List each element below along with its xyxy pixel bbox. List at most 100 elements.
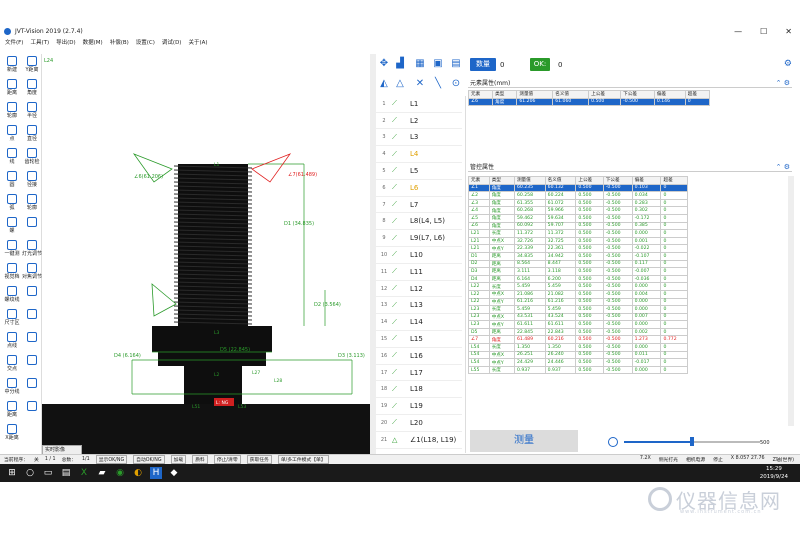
table-scrollbar[interactable]: [788, 176, 794, 426]
table-row[interactable]: L55 长度 0.937 0.937 0.500 -0.500 0.000 0: [468, 365, 688, 375]
table-row[interactable]: ∠2 角度 60.258 60.224 0.500 -0.500 0.034 0: [468, 191, 688, 200]
list-item[interactable]: 4 ⟋ L4: [376, 146, 462, 163]
status-button[interactable]: 停止/清零: [213, 455, 241, 464]
grid-icon[interactable]: ▦: [414, 58, 426, 70]
tool-profile[interactable]: 轮廓: [22, 194, 42, 214]
table-row[interactable]: L22 中点X 21.086 21.082 0.500 -0.500 0.004 0: [468, 289, 688, 299]
menu-item[interactable]: 文件(F): [5, 38, 23, 46]
tool-radius[interactable]: 半径: [22, 102, 42, 122]
tool-new[interactable]: 新建: [2, 56, 22, 76]
table-row[interactable]: L21 中点Y 22.339 22.361 0.500 -0.500 -0.022 0: [468, 244, 688, 253]
tool-x[interactable]: [22, 309, 42, 329]
table-row[interactable]: L23 中点Y 61.611 61.611 0.500 -0.500 0.000 0: [468, 320, 688, 329]
table-row[interactable]: ∠1 角度 60.235 60.132 0.500 -0.500 0.103 0: [468, 183, 688, 193]
frame-icon[interactable]: ▤: [450, 58, 462, 70]
status-button[interactable]: 质料: [192, 455, 208, 464]
list-item[interactable]: 11 ⟋ L11: [376, 264, 462, 281]
tool-circle[interactable]: 圆: [2, 171, 22, 191]
tool-distance2[interactable]: 距离: [2, 401, 22, 421]
tool-blank3[interactable]: [22, 378, 42, 398]
measure-button[interactable]: 测量: [470, 430, 578, 452]
list-item[interactable]: 21 △ ∠1(L18, L19): [376, 432, 462, 449]
tool-bisector[interactable]: 中分线: [2, 378, 22, 398]
tool-one-click[interactable]: 一键测: [2, 240, 22, 260]
wechat-icon[interactable]: ◉: [114, 467, 126, 479]
tool-line[interactable]: 线: [2, 148, 22, 168]
list-item[interactable]: 14 ⟋ L14: [376, 314, 462, 331]
list-item[interactable]: 8 ⟋ L8(L4, L5): [376, 214, 462, 231]
windows-start-icon[interactable]: ⊞: [6, 467, 18, 479]
search-icon[interactable]: ○: [24, 467, 36, 479]
status-button[interactable]: 获取任务: [246, 455, 272, 464]
menu-item[interactable]: 工具(T): [30, 38, 49, 46]
settings-gear-icon[interactable]: ⚙: [784, 59, 792, 69]
tool-gear-check[interactable]: 齿轮检: [22, 148, 42, 168]
list-item[interactable]: 2 ⟋ L2: [376, 113, 462, 130]
list-item[interactable]: 7 ⟋ L7: [376, 197, 462, 214]
tool-chart[interactable]: [22, 286, 42, 306]
tool-dotline[interactable]: 点线: [2, 332, 22, 352]
table-row[interactable]: L23 中点X 43.531 43.524 0.500 -0.500 0.007 0: [468, 312, 688, 322]
folder-icon[interactable]: ▰: [96, 467, 108, 479]
image-view[interactable]: L: NG L24 ∠6(61.206) ∠7(61.489) D1 (34.8…: [42, 54, 372, 454]
status-button[interactable]: 显示OK/NG: [95, 455, 128, 464]
list-item[interactable]: 18 ⟋ L18: [376, 382, 462, 399]
browser-icon[interactable]: ◐: [132, 467, 144, 479]
table-row[interactable]: ∠6 角度 61.206 61.060 0.500 -0.500 0.146 0: [467, 97, 711, 107]
tool-blank4[interactable]: [22, 401, 42, 421]
triangle-icon[interactable]: ◭: [378, 78, 390, 90]
menu-item[interactable]: 设置(C): [136, 38, 155, 46]
select-icon[interactable]: ▟: [394, 58, 406, 70]
explorer-icon[interactable]: ▤: [60, 467, 72, 479]
table-row[interactable]: L22 长度 5.459 5.459 0.500 -0.500 0.000 0: [468, 282, 688, 291]
status-button[interactable]: 加载: [170, 455, 187, 464]
menu-item[interactable]: 数据(M): [83, 38, 103, 46]
tool-diameter[interactable]: 直径: [22, 125, 42, 145]
tool-distance[interactable]: 距离: [2, 79, 22, 99]
list-item[interactable]: 20 ⟋ L20: [376, 415, 462, 432]
status-button[interactable]: 自动OK/NG: [133, 455, 165, 464]
table-row[interactable]: D1 距离 34.835 34.942 0.500 -0.500 -0.107 0: [468, 251, 688, 261]
tool-tangent[interactable]: 径接: [22, 171, 42, 191]
tool-blank2[interactable]: [22, 355, 42, 375]
system-clock[interactable]: 15:29 2019/9/24: [760, 465, 788, 481]
line-tool-icon[interactable]: ╲: [432, 78, 444, 90]
tool-dimension-area[interactable]: 尺寸区: [2, 309, 22, 329]
list-item[interactable]: 3 ⟋ L3: [376, 130, 462, 147]
task-view-icon[interactable]: ▭: [42, 467, 54, 479]
table-row[interactable]: L54 长度 1.350 1.350 0.500 -0.500 0.000 0: [468, 343, 688, 352]
move-icon[interactable]: ✥: [378, 58, 390, 70]
tool-contour[interactable]: 轮廓: [2, 102, 22, 122]
status-button[interactable]: 单/多工件模式【单】: [277, 455, 329, 464]
tool-x-distance[interactable]: X距离: [2, 424, 22, 444]
list-item[interactable]: 13 ⟋ L13: [376, 298, 462, 315]
measurement-canvas[interactable]: L: NG L24 ∠6(61.206) ∠7(61.489) D1 (34.8…: [42, 54, 372, 454]
tool-point[interactable]: 点: [2, 125, 22, 145]
menu-item[interactable]: 导出(D): [56, 38, 76, 46]
table-row[interactable]: L21 中点X 32.726 32.725 0.500 -0.500 0.001 0: [468, 236, 688, 246]
tool-arc[interactable]: 弧: [2, 194, 22, 214]
tool-blank[interactable]: [22, 217, 42, 237]
excel-icon[interactable]: X: [78, 467, 90, 479]
tool-y-distance[interactable]: Y距离: [22, 56, 42, 76]
table-row[interactable]: D3 距离 3.111 3.118 0.500 -0.500 -0.007 0: [468, 267, 688, 276]
tool-x2[interactable]: [22, 332, 42, 352]
table-row[interactable]: L21 长度 11.372 11.372 0.500 -0.500 0.000 0: [468, 229, 688, 238]
list-item[interactable]: 19 ⟋ L19: [376, 398, 462, 415]
list-item[interactable]: 1 ⟋ L1: [376, 96, 462, 113]
list-item[interactable]: 17 ⟋ L17: [376, 365, 462, 382]
target-icon[interactable]: ⊙: [450, 78, 462, 90]
delta-icon[interactable]: △: [394, 78, 406, 90]
table-row[interactable]: D5 距离 22.845 22.843 0.500 -0.500 0.002 0: [468, 327, 688, 337]
tool-thread[interactable]: 螺: [2, 217, 22, 237]
menu-item[interactable]: 关于(A): [188, 38, 207, 46]
tool-thread-line[interactable]: 螺纹线: [2, 286, 22, 306]
table-row[interactable]: L22 中点Y 61.216 61.216 0.500 -0.500 0.000 0: [468, 297, 688, 307]
table-row[interactable]: L54 中点X 26.251 26.240 0.500 -0.500 0.011 0: [468, 350, 688, 360]
maximize-button[interactable]: ☐: [760, 27, 767, 36]
table-row[interactable]: ∠3 角度 61.355 61.072 0.500 -0.500 0.283 0: [468, 198, 688, 208]
panel-collapse-icon[interactable]: ⌃ ⚙: [776, 79, 790, 88]
tool-angle[interactable]: 角度: [22, 79, 42, 99]
menu-item[interactable]: 补偿(B): [110, 38, 129, 46]
tool-visual[interactable]: 视觉档: [2, 263, 22, 283]
